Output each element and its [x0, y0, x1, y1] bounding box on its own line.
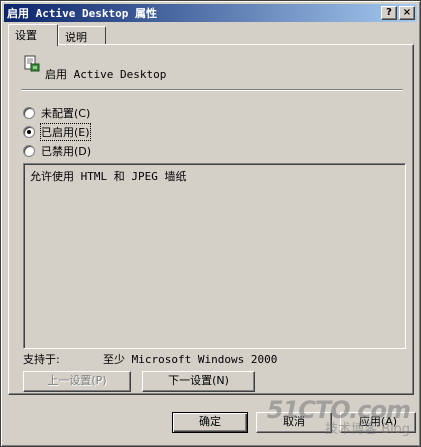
tab-settings[interactable]: 设置: [8, 24, 58, 46]
radio-disabled[interactable]: [23, 145, 35, 157]
option-not-configured[interactable]: 未配置(C): [23, 106, 90, 120]
option-enabled-label: 已启用(E): [40, 123, 91, 141]
separator: [21, 89, 403, 91]
tab-explain-label: 说明: [65, 31, 87, 44]
window-title: 启用 Active Desktop 属性: [7, 7, 157, 20]
radio-enabled[interactable]: [23, 126, 35, 138]
policy-setting-icon: [24, 55, 40, 72]
settings-panel: 启用 Active Desktop 未配置(C) 已启用(E) 已禁用(D) 允…: [8, 44, 414, 395]
description-box[interactable]: 允许使用 HTML 和 JPEG 墙纸: [23, 163, 406, 349]
ok-button[interactable]: 确定: [172, 412, 248, 433]
option-not-configured-label: 未配置(C): [41, 107, 91, 120]
next-setting-button[interactable]: 下一设置(N): [142, 371, 255, 392]
title-bar[interactable]: 启用 Active Desktop 属性 ? ×: [4, 4, 417, 22]
help-button[interactable]: ?: [381, 6, 397, 20]
description-text: 允许使用 HTML 和 JPEG 墙纸: [30, 170, 187, 183]
option-disabled[interactable]: 已禁用(D): [23, 144, 91, 158]
cancel-button[interactable]: 取消: [256, 412, 332, 433]
apply-button[interactable]: 应用(A): [340, 412, 416, 433]
tab-settings-label: 设置: [15, 29, 37, 42]
supported-on-value: 至少 Microsoft Windows 2000: [103, 353, 278, 366]
previous-setting-button[interactable]: 上一设置(P): [23, 371, 131, 392]
close-button[interactable]: ×: [399, 6, 415, 20]
option-disabled-label: 已禁用(D): [41, 145, 92, 158]
policy-name: 启用 Active Desktop: [45, 68, 167, 81]
tab-explain[interactable]: 说明: [58, 26, 106, 46]
supported-on-label: 支持于:: [23, 353, 60, 366]
properties-dialog: 启用 Active Desktop 属性 ? × 设置 说明 启用 Active…: [0, 0, 421, 447]
option-enabled[interactable]: 已启用(E): [23, 123, 91, 141]
radio-not-configured[interactable]: [23, 107, 35, 119]
